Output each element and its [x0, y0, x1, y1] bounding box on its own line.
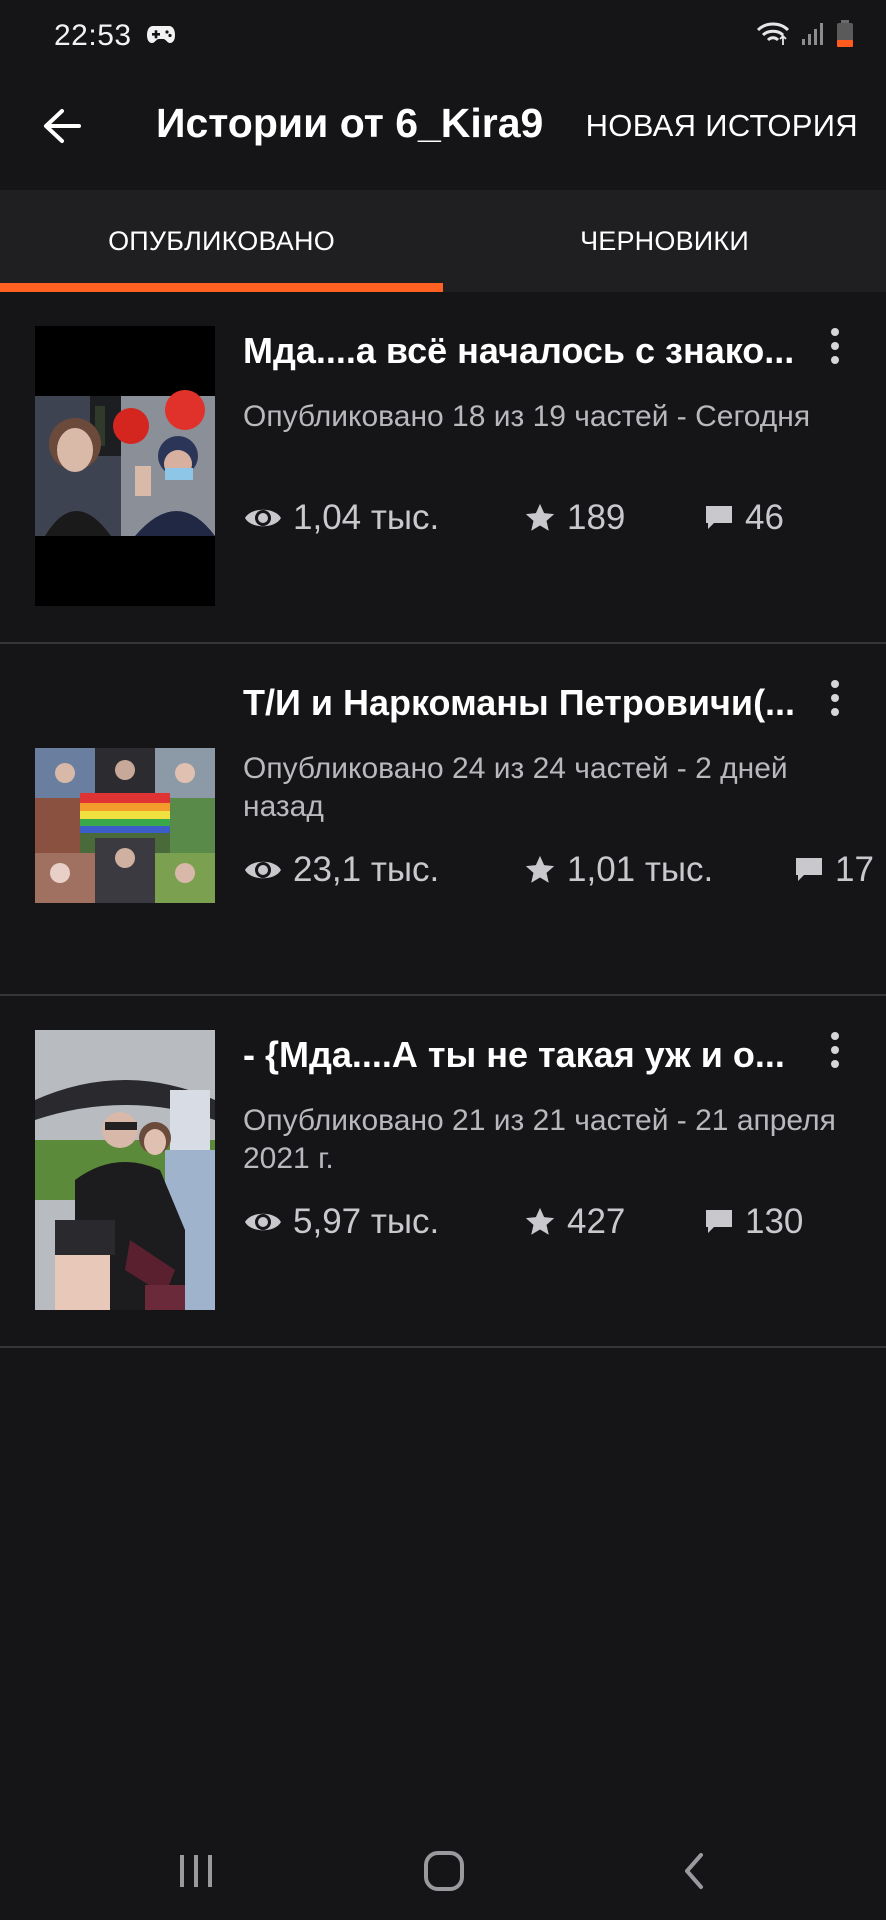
comments-count: 17 — [835, 850, 874, 889]
story-cover-image — [35, 1030, 215, 1310]
page-title: Истории от 6_Kira9 — [156, 100, 544, 146]
new-story-button[interactable]: НОВАЯ ИСТОРИЯ — [586, 108, 858, 144]
battery-icon — [836, 19, 854, 53]
votes-stat: 1,01 тыс. — [523, 848, 713, 892]
status-time: 22:53 — [54, 19, 132, 52]
recent-apps-button[interactable] — [166, 1846, 226, 1896]
status-bar: 22:53 — [0, 0, 886, 72]
eye-icon — [245, 509, 281, 527]
home-icon — [424, 1851, 464, 1891]
system-nav-bar — [0, 1816, 886, 1920]
votes-stat: 189 — [523, 496, 625, 540]
comment-icon — [706, 506, 732, 529]
more-vert-icon — [831, 680, 839, 688]
chevron-left-icon — [685, 1853, 703, 1889]
tab-bar: ОПУБЛИКОВАНО ЧЕРНОВИКИ — [0, 190, 886, 292]
views-count: 5,97 тыс. — [293, 1202, 440, 1241]
comments-count: 130 — [745, 1202, 804, 1241]
story-cover-image — [35, 326, 215, 606]
views-stat: 1,04 тыс. — [243, 496, 439, 540]
home-button[interactable] — [414, 1846, 474, 1896]
views-stat: 5,97 тыс. — [243, 1200, 439, 1244]
story-menu-button[interactable] — [818, 674, 852, 722]
story-card[interactable]: Т/И и Наркоманы Петровичи(... Опубликова… — [0, 644, 886, 996]
story-list: Мда....а всё началось с знако... Опублик… — [0, 292, 886, 1348]
votes-count: 1,01 тыс. — [567, 850, 714, 889]
tab-drafts[interactable]: ЧЕРНОВИКИ — [443, 190, 886, 292]
more-vert-icon — [831, 1032, 839, 1040]
story-cover-image — [35, 678, 215, 958]
wifi-icon — [756, 21, 790, 52]
star-icon — [525, 503, 555, 531]
story-title[interactable]: Т/И и Наркоманы Петровичи(... — [243, 682, 803, 724]
recent-apps-icon — [180, 1855, 212, 1887]
story-meta: Опубликовано 24 из 24 частей - 2 дней на… — [243, 752, 788, 823]
comments-stat: 17 — [793, 848, 874, 892]
views-count: 1,04 тыс. — [293, 498, 440, 537]
story-title[interactable]: Мда....а всё началось с знако... — [243, 330, 803, 372]
back-arrow-icon — [44, 109, 81, 143]
tab-published[interactable]: ОПУБЛИКОВАНО — [0, 190, 443, 292]
comment-icon — [706, 1210, 732, 1233]
signal-icon — [800, 21, 826, 52]
votes-count: 189 — [567, 498, 626, 537]
story-stats: 5,97 тыс. 427 130 — [243, 1200, 886, 1244]
back-button[interactable] — [38, 102, 86, 150]
gamepad-icon — [146, 23, 176, 50]
eye-icon — [245, 1213, 281, 1231]
story-menu-button[interactable] — [818, 1026, 852, 1074]
story-stats: 1,04 тыс. 189 46 — [243, 496, 886, 540]
comments-stat: 46 — [703, 496, 784, 540]
story-meta: Опубликовано 18 из 19 частей - Сегодня — [243, 400, 811, 433]
star-icon — [525, 1207, 555, 1235]
votes-count: 427 — [567, 1202, 626, 1241]
story-card[interactable]: Мда....а всё началось с знако... Опублик… — [0, 292, 886, 644]
story-card[interactable]: - {Мда....А ты не такая уж и о... Опубли… — [0, 996, 886, 1348]
views-count: 23,1 тыс. — [293, 850, 440, 889]
story-stats: 23,1 тыс. 1,01 тыс. 17 — [243, 848, 886, 892]
system-back-button[interactable] — [664, 1846, 724, 1896]
eye-icon — [245, 861, 281, 879]
views-stat: 23,1 тыс. — [243, 848, 439, 892]
story-title[interactable]: - {Мда....А ты не такая уж и о... — [243, 1034, 803, 1076]
more-vert-icon — [831, 328, 839, 336]
star-icon — [525, 855, 555, 883]
votes-stat: 427 — [523, 1200, 625, 1244]
story-menu-button[interactable] — [818, 322, 852, 370]
story-meta: Опубликовано 21 из 21 частей - 21 апреля… — [243, 1104, 836, 1175]
comments-count: 46 — [745, 498, 784, 537]
app-bar: Истории от 6_Kira9 НОВАЯ ИСТОРИЯ — [0, 72, 886, 190]
comment-icon — [796, 858, 822, 881]
comments-stat: 130 — [703, 1200, 803, 1244]
